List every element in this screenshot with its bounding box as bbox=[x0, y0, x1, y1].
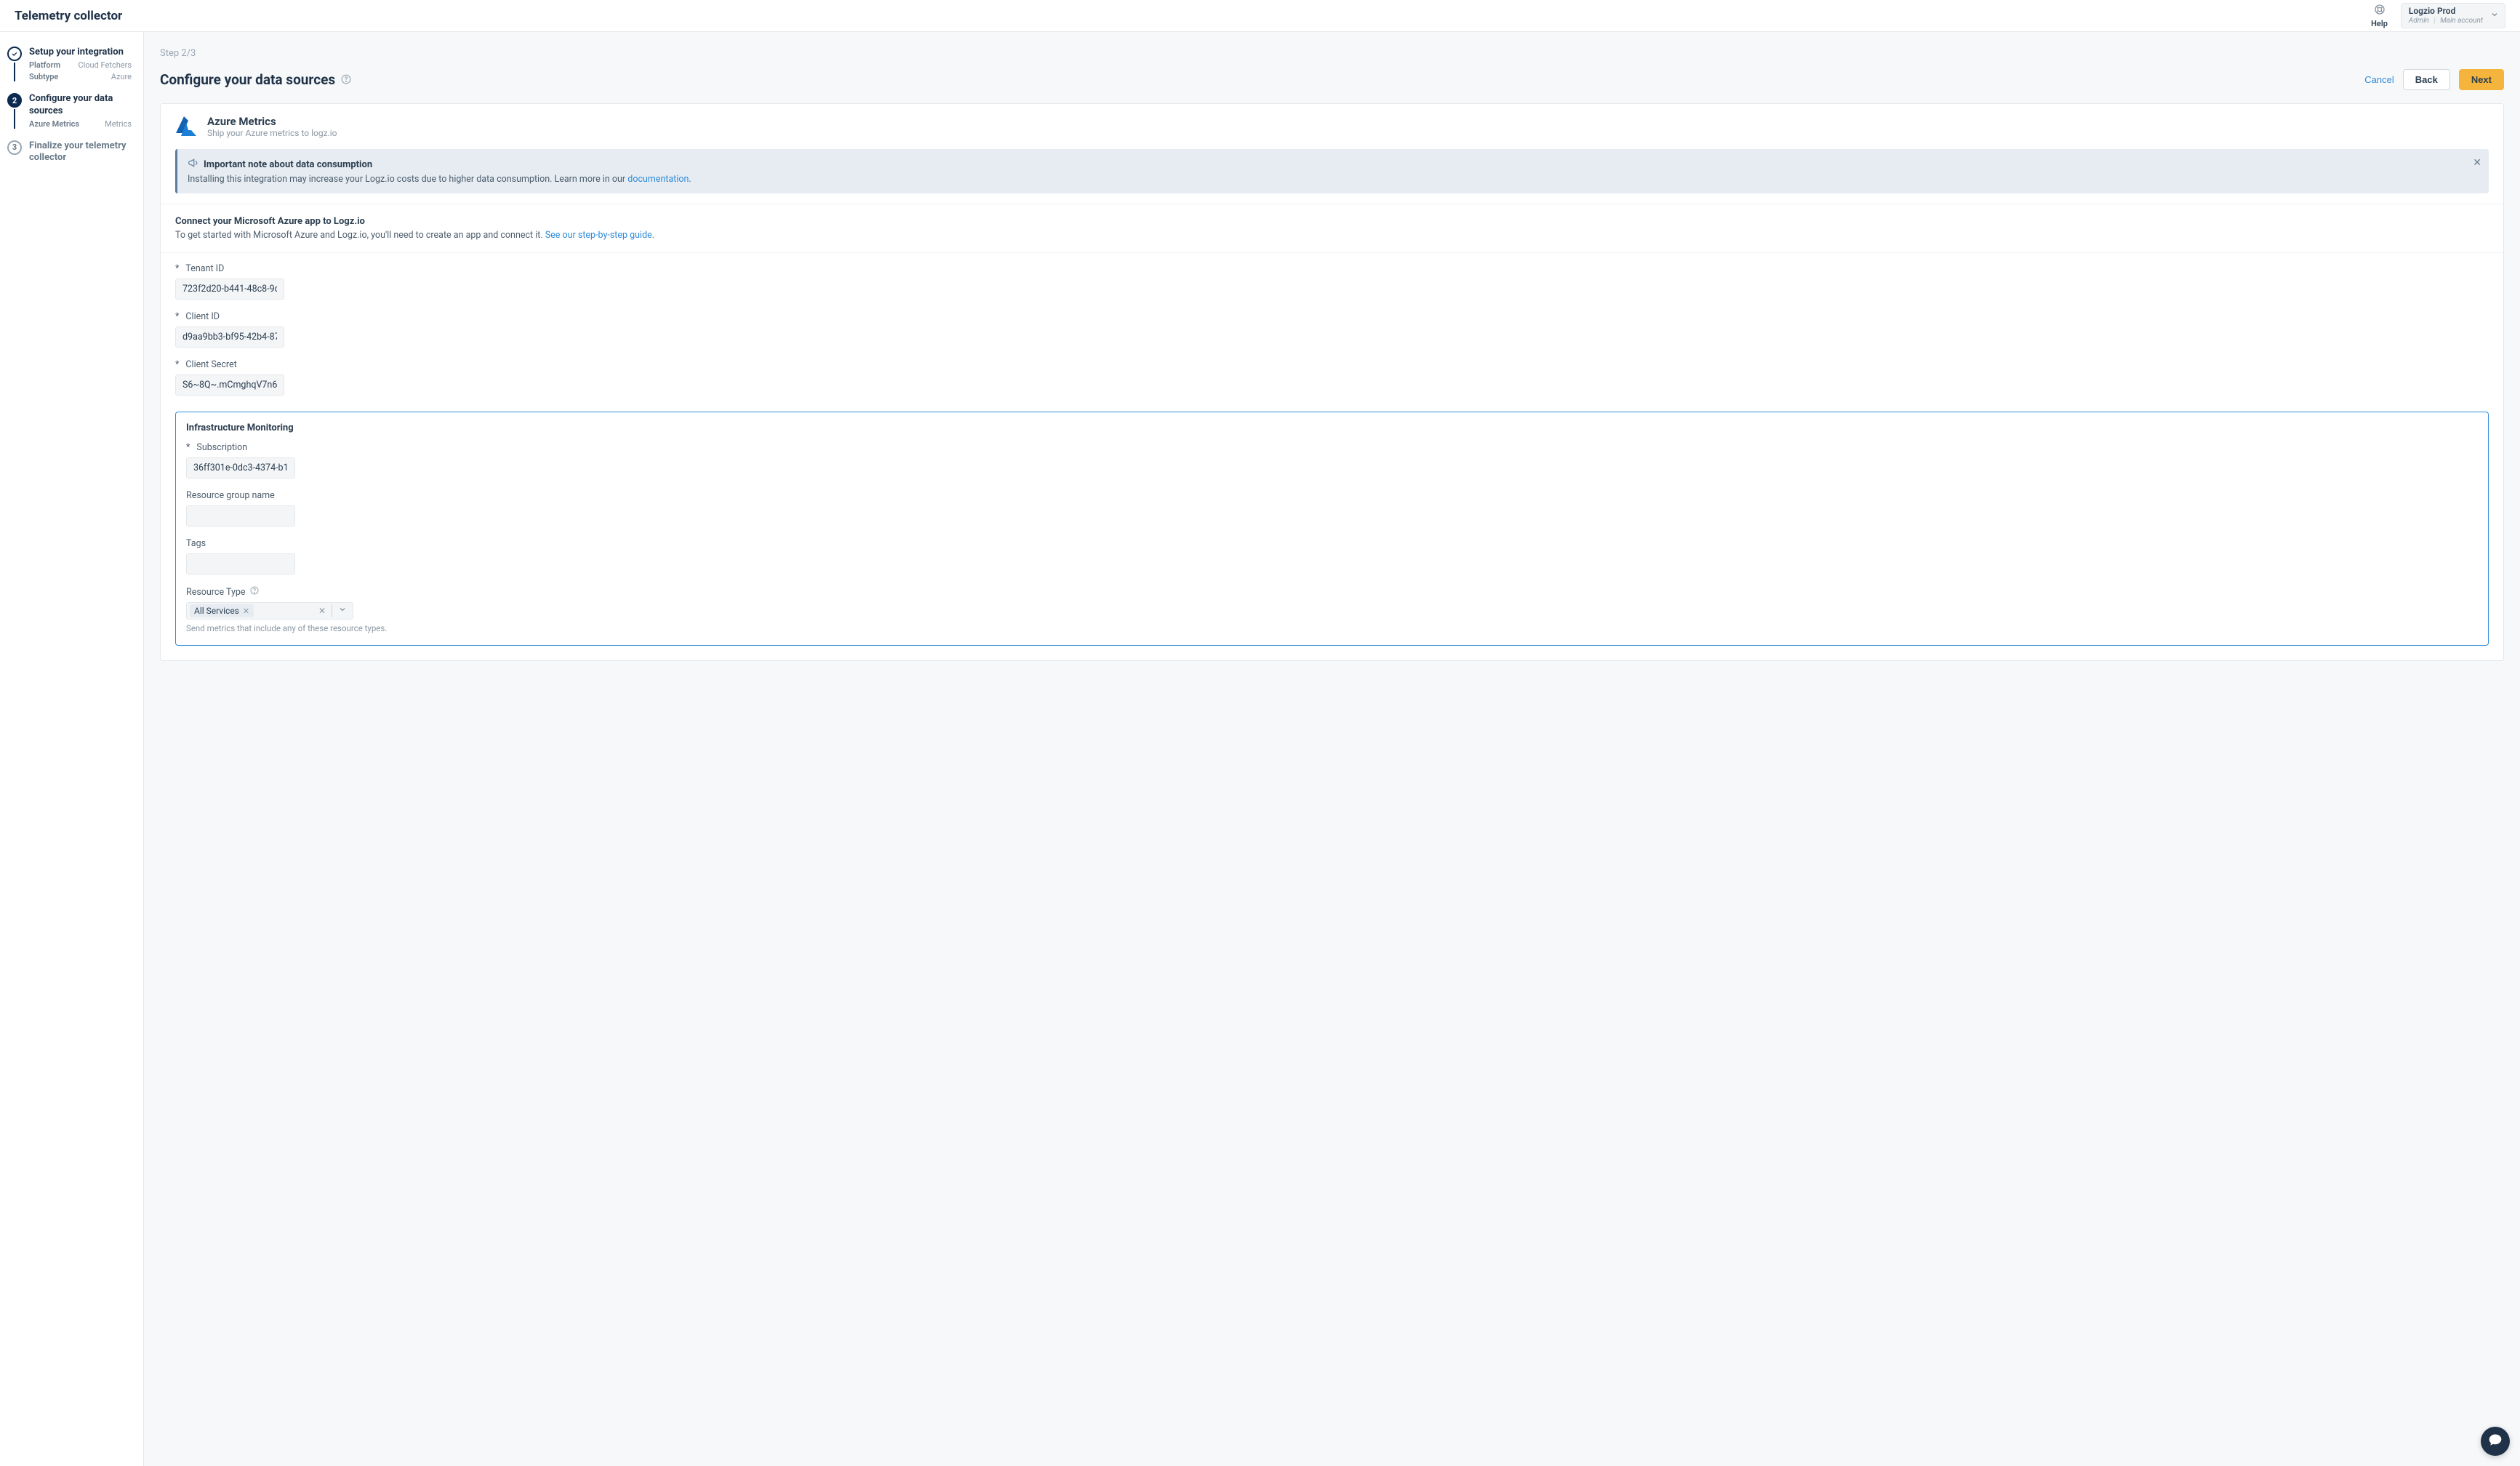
close-icon: ✕ bbox=[2473, 156, 2481, 168]
account-type: Main account bbox=[2440, 17, 2483, 25]
banner-title: Important note about data consumption bbox=[204, 159, 372, 170]
cancel-button[interactable]: Cancel bbox=[2364, 74, 2393, 85]
check-icon bbox=[7, 47, 22, 61]
connect-title: Connect your Microsoft Azure app to Logz… bbox=[175, 216, 2489, 227]
resource-type-label: Resource Type bbox=[186, 586, 2478, 598]
lifebuoy-icon bbox=[2374, 4, 2385, 18]
help-button[interactable]: Help bbox=[2371, 4, 2388, 28]
step-number-2: 2 bbox=[7, 93, 22, 108]
wizard-stepper: Setup your integration PlatformCloud Fet… bbox=[0, 32, 144, 1466]
documentation-link[interactable]: documentation bbox=[627, 174, 689, 185]
remove-chip-icon[interactable]: ✕ bbox=[243, 606, 249, 616]
resource-group-input[interactable] bbox=[186, 505, 295, 526]
account-role: Admin bbox=[2409, 17, 2429, 25]
content-area: Step 2/3 Configure your data sources Can… bbox=[144, 32, 2520, 1466]
step-title: Setup your integration bbox=[29, 47, 132, 58]
chevron-down-icon bbox=[2490, 10, 2499, 22]
consumption-warning-banner: Important note about data consumption In… bbox=[175, 149, 2489, 193]
azure-metrics-card: Azure Metrics Ship your Azure metrics to… bbox=[160, 103, 2504, 661]
help-circle-icon[interactable] bbox=[250, 586, 259, 598]
step-configure-sources[interactable]: 2 Configure your data sources Azure Metr… bbox=[7, 93, 132, 129]
step-finalize-collector[interactable]: 3 Finalize your telemetry collector bbox=[7, 140, 132, 164]
help-label: Help bbox=[2371, 19, 2388, 28]
step-title: Configure your data sources bbox=[29, 93, 132, 117]
client-secret-label: Client Secret bbox=[175, 359, 2489, 370]
resource-type-chip: All Services ✕ bbox=[190, 604, 254, 617]
step-number-3: 3 bbox=[7, 140, 22, 155]
top-bar: Telemetry collector Help Logzio Prod Adm… bbox=[0, 0, 2520, 32]
resource-type-help: Send metrics that include any of these r… bbox=[186, 623, 2478, 633]
page-title: Configure your data sources bbox=[160, 71, 351, 88]
step-setup-integration[interactable]: Setup your integration PlatformCloud Fet… bbox=[7, 47, 132, 81]
connect-section: Connect your Microsoft Azure app to Logz… bbox=[161, 204, 2503, 252]
account-name: Logzio Prod bbox=[2409, 7, 2483, 17]
tenant-id-input[interactable] bbox=[175, 279, 284, 300]
chat-icon bbox=[2488, 1433, 2503, 1450]
next-button[interactable]: Next bbox=[2459, 69, 2504, 90]
credentials-form: Tenant ID Client ID Client Secret bbox=[161, 252, 2503, 412]
back-button[interactable]: Back bbox=[2403, 69, 2450, 90]
resource-type-select[interactable]: All Services ✕ ✕ bbox=[186, 602, 353, 620]
infra-title: Infrastructure Monitoring bbox=[186, 422, 2478, 433]
chevron-down-icon[interactable] bbox=[335, 605, 350, 617]
card-subtitle: Ship your Azure metrics to logz.io bbox=[207, 128, 337, 138]
azure-logo-icon bbox=[174, 114, 198, 139]
client-secret-input[interactable] bbox=[175, 374, 284, 396]
subscription-input[interactable] bbox=[186, 457, 295, 478]
close-banner-button[interactable]: ✕ bbox=[2473, 156, 2481, 169]
step-guide-link[interactable]: See our step-by-step guide bbox=[545, 230, 652, 241]
app-title: Telemetry collector bbox=[15, 9, 122, 23]
card-title: Azure Metrics bbox=[207, 115, 337, 128]
tags-label: Tags bbox=[186, 538, 2478, 549]
subscription-label: Subscription bbox=[186, 442, 2478, 453]
help-circle-icon[interactable] bbox=[341, 71, 351, 88]
clear-select-icon[interactable]: ✕ bbox=[316, 606, 329, 616]
step-indicator: Step 2/3 bbox=[160, 48, 2504, 59]
client-id-label: Client ID bbox=[175, 311, 2489, 322]
chat-fab[interactable] bbox=[2481, 1427, 2510, 1456]
resource-group-label: Resource group name bbox=[186, 490, 2478, 501]
infrastructure-monitoring-panel: Infrastructure Monitoring Subscription R… bbox=[175, 412, 2489, 646]
account-selector[interactable]: Logzio Prod Admin | Main account bbox=[2401, 3, 2505, 28]
client-id-input[interactable] bbox=[175, 327, 284, 348]
tags-input[interactable] bbox=[186, 553, 295, 574]
step-title: Finalize your telemetry collector bbox=[29, 140, 132, 164]
tenant-id-label: Tenant ID bbox=[175, 263, 2489, 274]
megaphone-icon bbox=[188, 158, 198, 171]
